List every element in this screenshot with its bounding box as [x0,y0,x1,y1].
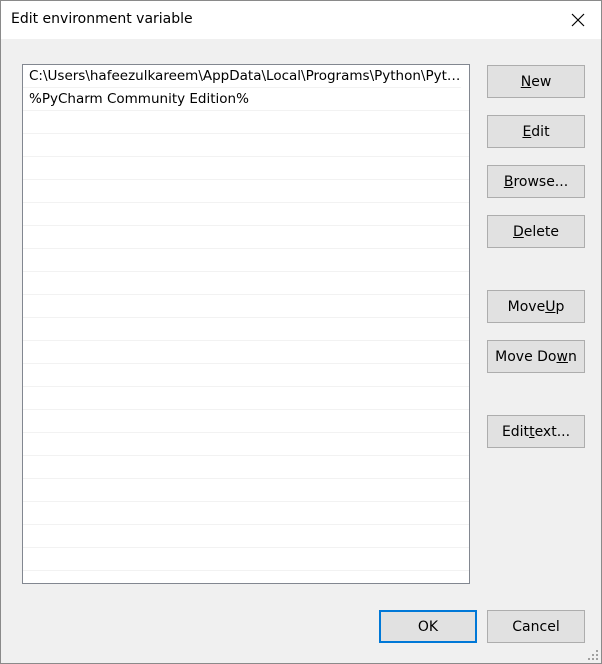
list-item[interactable] [23,111,469,134]
edit-button-mnemonic: E [522,123,532,140]
browse-button-label-post: rowse... [513,173,569,190]
delete-button-mnemonic: D [513,223,524,240]
move-down-button-label-post: n [567,348,577,365]
edit-button[interactable]: Edit [487,115,585,148]
list-item[interactable] [23,433,469,456]
edit-text-button-label-pre: Edit [501,423,530,440]
path-list[interactable]: C:\Users\hafeezulkareem\AppData\Local\Pr… [22,64,470,584]
list-item[interactable] [23,502,469,525]
edit-text-button-label-post: ext... [534,423,571,440]
list-item[interactable] [23,548,469,571]
move-down-button[interactable]: Move Do w n [487,340,585,373]
move-down-button-mnemonic: w [556,348,568,365]
edit-env-variable-dialog: Edit environment variable C:\Users\hafee… [0,0,602,664]
move-up-button[interactable]: Move Up [487,290,585,323]
list-item[interactable] [23,157,469,180]
new-button-mnemonic: N [520,73,532,90]
list-item[interactable] [23,525,469,548]
list-item[interactable] [23,249,469,272]
new-button[interactable]: New [487,65,585,98]
move-up-button-label-pre: Move [507,298,546,315]
list-item[interactable] [23,180,469,203]
browse-button[interactable]: Browse... [487,165,585,198]
resize-grip-icon[interactable] [587,649,599,661]
move-up-button-mnemonic: U [545,298,556,315]
list-item[interactable] [23,387,469,410]
list-item[interactable] [23,410,469,433]
list-item[interactable] [23,318,469,341]
cancel-button-label: Cancel [512,618,560,635]
ok-button-label: OK [417,618,439,635]
list-item[interactable] [23,272,469,295]
edit-text-button[interactable]: Edit t ext... [487,415,585,448]
close-button[interactable] [555,1,601,39]
move-up-button-label-post: p [555,298,565,315]
list-item[interactable]: %PyCharm Community Edition% [23,88,469,111]
cancel-button[interactable]: Cancel [487,610,585,643]
list-item[interactable] [23,341,469,364]
ok-button[interactable]: OK [379,610,477,643]
browse-button-mnemonic: B [503,173,514,190]
list-item[interactable] [23,226,469,249]
close-icon [571,13,585,27]
move-down-button-label-pre: Move Do [495,348,557,365]
list-item[interactable] [23,134,469,157]
list-item[interactable] [23,203,469,226]
list-item[interactable] [23,479,469,502]
delete-button-label-post: elete [523,223,559,240]
delete-button[interactable]: Delete [487,215,585,248]
list-item[interactable] [23,456,469,479]
title-bar[interactable]: Edit environment variable [1,1,601,39]
list-item[interactable] [23,364,469,387]
new-button-label-post: ew [531,73,552,90]
list-item[interactable]: C:\Users\hafeezulkareem\AppData\Local\Pr… [23,65,461,88]
list-item[interactable] [23,295,469,318]
edit-button-label-post: dit [531,123,550,140]
dialog-title: Edit environment variable [11,11,193,27]
